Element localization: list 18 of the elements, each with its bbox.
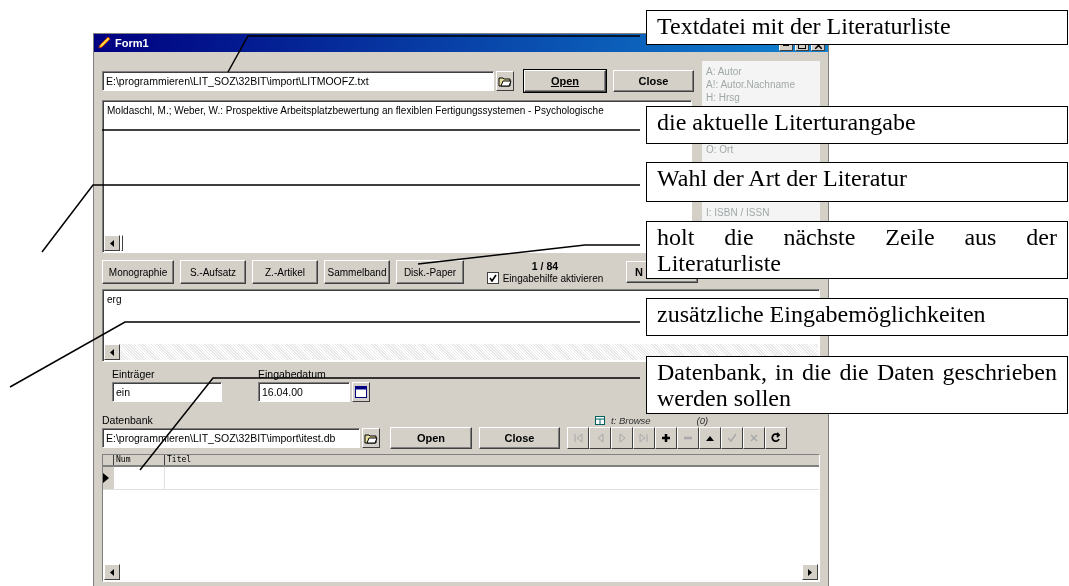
callout-tooltip: Wahl der Art der Literatur (646, 162, 1068, 202)
window-title: Form1 (115, 37, 149, 49)
callout-tooltip: die aktuelle Literturangabe (646, 106, 1068, 144)
field-hint: A: Autor (706, 65, 743, 78)
field-label: Eingabedatum (258, 368, 327, 380)
callout-tooltip: zusätzliche Eingabemöglichkeiten (646, 298, 1068, 336)
callout-tooltip: Textdatei mit der Literaturliste (646, 10, 1068, 45)
mode-label: t: Browse (611, 414, 651, 426)
field-hint: I: ISBN / ISSN (706, 206, 771, 219)
field-hint: O: Ort (706, 143, 735, 156)
field-label: Datenbank (102, 414, 154, 426)
callout-tooltip: holt die nächste Zeile aus der Literaturliste (646, 221, 1068, 279)
field-hint: A!: Autor.Nachname (706, 78, 796, 91)
field-label: Einträger (112, 368, 156, 380)
field-hint: H: Hrsg (706, 91, 741, 104)
record-counter: 1 / 84 (531, 260, 559, 272)
callout-tooltip: Datenbank, in die die Daten geschrieben werden sollen (646, 356, 1068, 414)
record-count: (0) (696, 414, 709, 426)
